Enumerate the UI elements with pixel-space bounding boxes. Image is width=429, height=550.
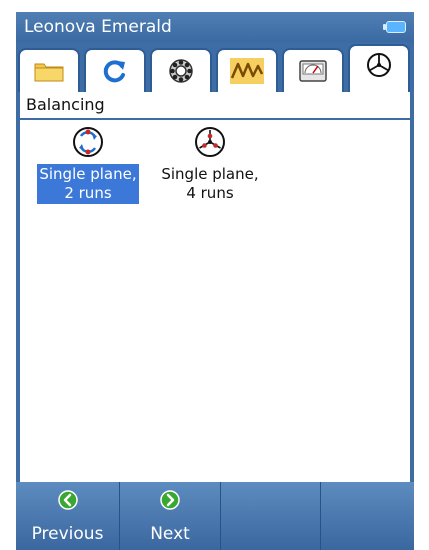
tab-meter[interactable] [282, 48, 344, 92]
next-label: Next [150, 524, 190, 544]
option-single-plane-4-runs[interactable]: Single plane, 4 runs [150, 124, 270, 204]
previous-label: Previous [31, 524, 104, 544]
arrow-left-icon [57, 490, 78, 510]
empty-toolbar-slot [221, 482, 321, 550]
balancing-icon [367, 53, 391, 78]
tab-refresh[interactable] [84, 48, 146, 92]
bearing-icon [169, 59, 193, 83]
two-run-rotor-icon [73, 127, 103, 157]
option-label-line2: 2 runs [64, 184, 112, 202]
option-label-line2: 4 runs [186, 184, 234, 202]
window-title: Leonova Emerald [24, 17, 172, 37]
folder-icon [34, 63, 64, 82]
content-area: Single plane, 2 runs Single plane, 4 run… [16, 120, 414, 482]
option-label: Single plane, 2 runs [37, 164, 139, 204]
battery-icon [383, 21, 406, 33]
previous-button[interactable]: Previous [16, 482, 120, 550]
option-label-line1: Single plane, [39, 165, 137, 183]
option-single-plane-2-runs[interactable]: Single plane, 2 runs [26, 124, 150, 204]
breadcrumb-text: Balancing [26, 95, 105, 114]
four-run-rotor-icon [195, 127, 225, 157]
bottom-toolbar: Previous Next [16, 482, 414, 550]
empty-toolbar-slot [321, 482, 414, 550]
refresh-icon [103, 60, 125, 83]
tab-bar [16, 42, 414, 94]
title-bar: Leonova Emerald [16, 12, 414, 42]
option-label: Single plane, 4 runs [159, 164, 260, 204]
tab-balancing[interactable] [348, 44, 410, 94]
meter-icon [299, 60, 327, 82]
next-button[interactable]: Next [120, 482, 221, 550]
waveform-icon [230, 58, 264, 84]
tab-bearing[interactable] [150, 48, 212, 92]
breadcrumb: Balancing [16, 92, 414, 120]
device-screen: Leonova Emerald Balancing Single plane, … [0, 0, 429, 550]
option-label-line1: Single plane, [161, 165, 259, 183]
tab-folder[interactable] [18, 48, 80, 92]
arrow-right-icon [160, 490, 180, 510]
tab-waveform[interactable] [216, 48, 278, 92]
